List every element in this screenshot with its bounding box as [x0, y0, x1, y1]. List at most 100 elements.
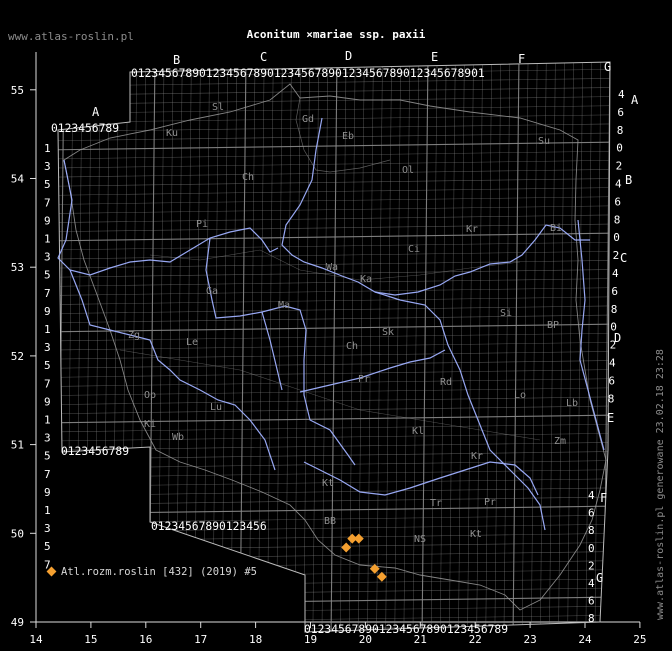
river-line	[303, 461, 539, 496]
row-digit-right: 8	[588, 524, 595, 537]
grid-hline	[58, 505, 610, 515]
grid-hline	[58, 87, 610, 96]
distribution-map: 14 15 16 17 18 19 20 21 22 23 24 2555545352515049 0…	[11, 49, 647, 646]
grid-vline	[449, 62, 456, 632]
grid-vline	[285, 62, 292, 632]
grid-vline	[103, 62, 110, 632]
row-digit-right: 0	[613, 231, 620, 244]
region-label: Kr	[471, 451, 483, 462]
row-digit-right: 6	[614, 195, 621, 208]
row-letter-right: G	[596, 571, 603, 585]
grid-vline	[203, 62, 210, 632]
col-letter-e: E	[431, 50, 438, 64]
grid-hline	[58, 150, 610, 160]
grid-hline	[58, 223, 610, 233]
row-digit-left: 5	[44, 178, 51, 191]
y-tick-label: 50	[11, 527, 24, 540]
grid-vline	[75, 62, 83, 632]
grid-hline	[58, 496, 610, 506]
row-digit-left: 1	[44, 414, 51, 427]
grid-vline	[294, 62, 301, 632]
region-label: Gd	[302, 114, 314, 125]
grid-vline	[276, 62, 283, 632]
region-label: Ci	[408, 244, 420, 255]
grid-vline	[121, 62, 128, 632]
legend-marker-icon	[46, 566, 57, 577]
grid-hline	[58, 542, 610, 551]
region-label: NS	[414, 534, 426, 545]
grid-vline	[394, 62, 401, 632]
grid-hline	[58, 96, 610, 105]
row-digit-right: 4	[609, 357, 616, 370]
grid-vline	[157, 62, 165, 632]
grid-hline	[58, 414, 610, 424]
grid-vline	[439, 62, 447, 632]
region-label: Pi	[196, 219, 208, 230]
region-label: Ol	[402, 165, 414, 176]
row-digit-right: 2	[588, 559, 595, 572]
col-digits-bottom-b: 01234567890123456	[151, 520, 267, 533]
x-tick-label: 25	[633, 633, 646, 646]
grid-vline	[148, 62, 156, 632]
row-digit-right: 8	[608, 392, 615, 405]
row-digit-right: 4	[588, 577, 595, 590]
grid-vline	[376, 62, 383, 632]
row-digit-left: 7	[44, 468, 51, 481]
grid-hline	[58, 287, 610, 296]
region-label: Le	[186, 337, 198, 348]
region-label: Sk	[382, 327, 394, 338]
row-letter-right: A	[631, 93, 639, 107]
y-tick-label: 55	[11, 84, 24, 97]
row-digit-left: 7	[44, 196, 51, 209]
grid-hline	[58, 360, 610, 369]
region-label: Op	[144, 390, 156, 401]
row-digit-left: 9	[44, 395, 51, 408]
grid-vline	[176, 62, 183, 632]
region-label: Zg	[128, 330, 140, 341]
grid-vline	[385, 62, 392, 632]
grid-hline	[58, 314, 610, 324]
row-digit-right: 8	[617, 124, 624, 137]
region-label: Kr	[466, 224, 478, 235]
region-label: Lu	[210, 402, 222, 413]
row-digit-right: 4	[588, 489, 595, 502]
row-digit-left: 1	[44, 233, 51, 246]
grid-vline	[476, 62, 483, 632]
col-digits-top: 0123456789012345678901234567890123456789…	[131, 67, 485, 80]
grid-hline	[58, 341, 610, 351]
row-digit-right: 6	[617, 106, 624, 119]
row-digit-right: 8	[611, 303, 618, 316]
occurrence-points	[341, 533, 387, 582]
region-label: BP	[547, 320, 559, 331]
country-borders	[63, 83, 607, 611]
grid-hline	[58, 159, 610, 169]
row-digit-left: 5	[44, 359, 51, 372]
region-labels: Sl Ku Gd Eb Su Ch Ol Pi Ci Bi Wa Ka Ma Kr Ga Si BP Zg Le Lo…	[128, 102, 578, 545]
grid-vline	[367, 62, 374, 632]
region-label: Ka	[360, 274, 372, 285]
row-digit-right: 4	[618, 88, 625, 101]
grid-hline	[58, 405, 610, 415]
row-letter-right: F	[600, 491, 607, 505]
grid-hline	[58, 369, 610, 378]
region-label: Eb	[342, 131, 354, 142]
grid-vline	[412, 62, 420, 632]
grid-hline	[58, 241, 610, 251]
grid-vline	[257, 62, 265, 632]
generated-watermark: www.atlas-roslin.pl generowane 23.02.18 …	[655, 349, 666, 620]
occurrence-point	[369, 563, 380, 574]
row-digit-left: 9	[44, 214, 51, 227]
legend-label: Atl.rozm.roslin [432] (2019) #5	[61, 566, 257, 578]
grid-hline	[58, 587, 610, 597]
col-letter-a: A	[92, 105, 100, 119]
grid-hline	[58, 351, 610, 360]
col-letter-b: B	[173, 53, 180, 67]
x-tick-label: 14	[29, 633, 43, 646]
grid-hline	[58, 323, 610, 333]
region-label: Ma	[278, 300, 290, 311]
region-label: Lb	[566, 398, 578, 409]
region-label: Lo	[514, 390, 526, 401]
grid-hline	[58, 187, 610, 196]
row-digit-left: 3	[44, 341, 51, 354]
grid-vline	[503, 62, 511, 632]
